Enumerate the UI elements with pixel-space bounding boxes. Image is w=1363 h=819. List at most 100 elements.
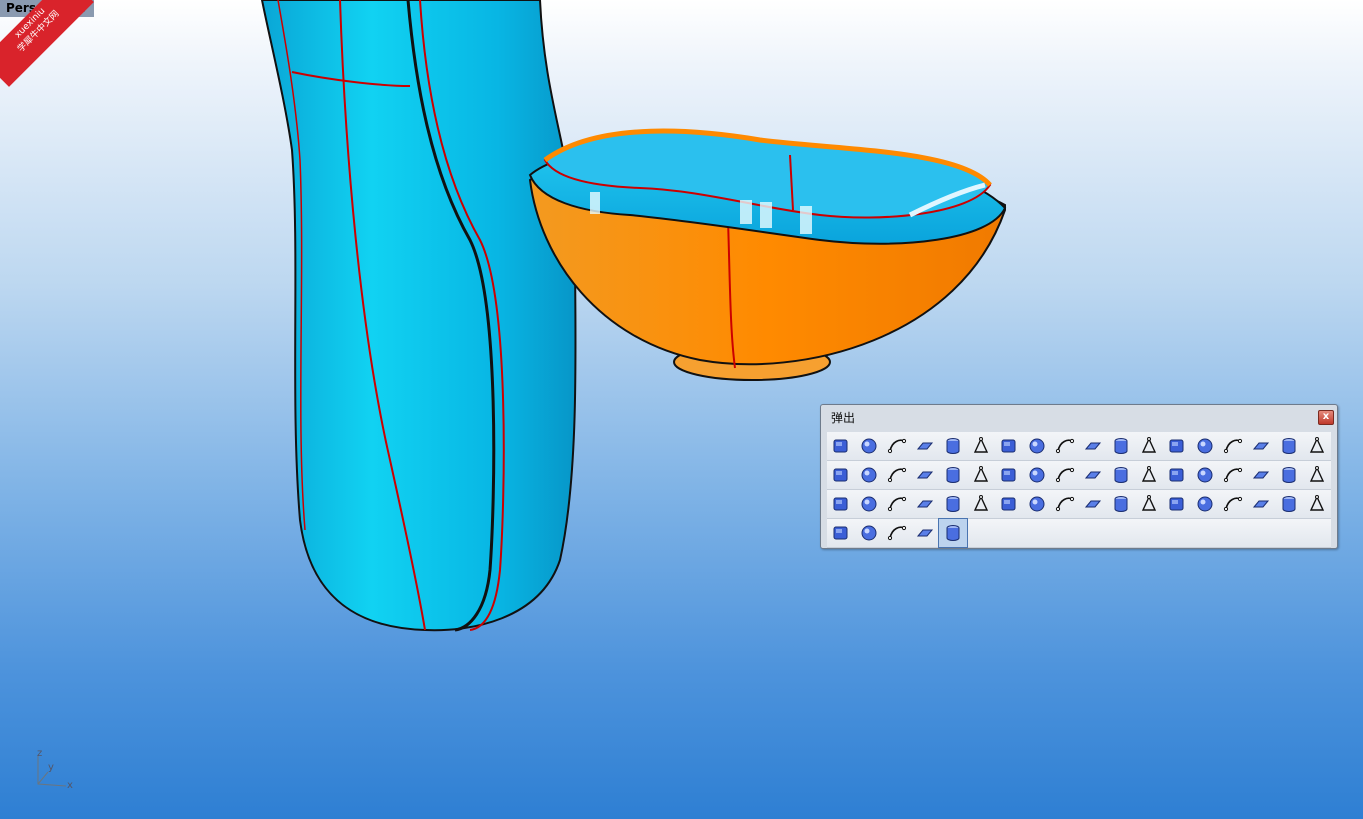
surface-box-icon (916, 471, 934, 479)
plane-surface-button[interactable] (1051, 461, 1079, 489)
cylinder-open-button[interactable] (1023, 461, 1051, 489)
fan-button[interactable] (1163, 432, 1191, 460)
patch-button[interactable] (1219, 490, 1247, 518)
plane-surface-2-button[interactable] (1079, 461, 1107, 489)
extrude-button[interactable] (1023, 490, 1051, 518)
person-button[interactable] (939, 490, 967, 518)
fillet-curve-icon (861, 496, 877, 512)
zigzag-icon (973, 495, 989, 511)
zoom-extents-icon (916, 442, 934, 450)
axis-z-label: z (37, 748, 43, 759)
arc-curve-icon (916, 500, 934, 508)
mirror-button[interactable] (827, 461, 855, 489)
s-curve-icon (887, 496, 907, 512)
points-circle-button[interactable] (1247, 432, 1275, 460)
arc-curve-button[interactable] (911, 490, 939, 518)
ellipsoid-button[interactable] (1303, 461, 1331, 489)
loft-button[interactable] (1079, 490, 1107, 518)
box-button[interactable] (827, 490, 855, 518)
s-curve-button[interactable] (883, 490, 911, 518)
twist-icon (1309, 437, 1325, 453)
array-points-icon (861, 467, 877, 483)
mirror-icon (833, 468, 848, 482)
circle-cap-icon (1114, 467, 1128, 483)
unroll-button[interactable] (883, 519, 911, 547)
arch-button[interactable] (1275, 432, 1303, 460)
tube-icon (1282, 496, 1296, 512)
surface-box-button[interactable] (911, 461, 939, 489)
fillet-curve-button[interactable] (855, 490, 883, 518)
door-panel-icon (946, 525, 960, 541)
tube-button[interactable] (1275, 490, 1303, 518)
curve-12-icon (1197, 438, 1213, 454)
color-wheel-button[interactable] (995, 432, 1023, 460)
curve-12-button[interactable] (1191, 432, 1219, 460)
revolve-icon (1282, 467, 1296, 483)
vertical-bar-button[interactable] (995, 490, 1023, 518)
polyline-button[interactable] (939, 461, 967, 489)
blend-surface-button[interactable] (1303, 490, 1331, 518)
solid-cylinder-button[interactable] (1135, 490, 1163, 518)
sphere-button[interactable] (1163, 461, 1191, 489)
grid-points-button[interactable] (1051, 490, 1079, 518)
stack-icon (887, 467, 907, 483)
layers-icon (1001, 468, 1016, 482)
spheres-button[interactable] (1191, 461, 1219, 489)
lock-button[interactable] (855, 432, 883, 460)
spiral-curve-button[interactable] (1079, 432, 1107, 460)
arch-icon (1282, 438, 1296, 454)
array-points-button[interactable] (855, 461, 883, 489)
patch-icon (1223, 496, 1243, 512)
wrap-surface-icon (1141, 437, 1157, 453)
circle-cap-button[interactable] (1107, 461, 1135, 489)
cylinder-open-icon (1029, 467, 1045, 483)
network-surface-button[interactable] (911, 519, 939, 547)
lightbulb-button[interactable] (827, 432, 855, 460)
revolve-solid-button[interactable] (1163, 490, 1191, 518)
zigzag-button[interactable] (967, 490, 995, 518)
cube-button[interactable] (1135, 461, 1163, 489)
twist-button[interactable] (1303, 432, 1331, 460)
sphere-intersect-button[interactable] (1219, 461, 1247, 489)
popup-title: 弹出 (831, 411, 856, 425)
funnel-icon (1252, 500, 1270, 508)
popup-toolbar-window[interactable]: 弹出 x (820, 404, 1338, 549)
rail-revolve-button[interactable] (1191, 490, 1219, 518)
save-button[interactable] (883, 432, 911, 460)
sphere-difference-icon (1252, 471, 1270, 479)
circle-point-button[interactable] (967, 461, 995, 489)
revolve-button[interactable] (1275, 461, 1303, 489)
funnel-button[interactable] (1247, 490, 1275, 518)
cylinder-icon (1114, 496, 1128, 512)
close-button[interactable]: x (1318, 410, 1334, 425)
zoom-extents-button[interactable] (911, 432, 939, 460)
wireframe-sphere-icon (946, 438, 960, 454)
points-circle-icon (1252, 442, 1270, 450)
rail-revolve-icon (1197, 496, 1213, 512)
flat-plane-button[interactable] (855, 519, 883, 547)
gear-settings-button[interactable] (1023, 432, 1051, 460)
shaded-sphere-button[interactable] (967, 432, 995, 460)
vase-body (260, 0, 577, 632)
wrap-surface-button[interactable] (1135, 432, 1163, 460)
loft-icon (1084, 500, 1102, 508)
toolbar-row (827, 461, 1331, 490)
polyline-icon (946, 467, 960, 483)
toolbar-grid (827, 432, 1331, 548)
cylinder-button[interactable] (1107, 490, 1135, 518)
explode-button[interactable] (1051, 432, 1079, 460)
planar-surface-button[interactable] (1107, 432, 1135, 460)
blend-surface-icon (1309, 495, 1325, 511)
gear-settings-icon (1029, 438, 1045, 454)
door-panel-button[interactable] (938, 518, 968, 548)
vertical-bar-icon (1001, 497, 1016, 511)
curve-2-button[interactable] (1219, 432, 1247, 460)
layers-button[interactable] (995, 461, 1023, 489)
sphere-difference-button[interactable] (1247, 461, 1275, 489)
curved-plane-button[interactable] (827, 519, 855, 547)
wireframe-sphere-button[interactable] (939, 432, 967, 460)
color-wheel-icon (1001, 439, 1016, 453)
stack-button[interactable] (883, 461, 911, 489)
lock-icon (861, 438, 877, 454)
extrude-icon (1029, 496, 1045, 512)
